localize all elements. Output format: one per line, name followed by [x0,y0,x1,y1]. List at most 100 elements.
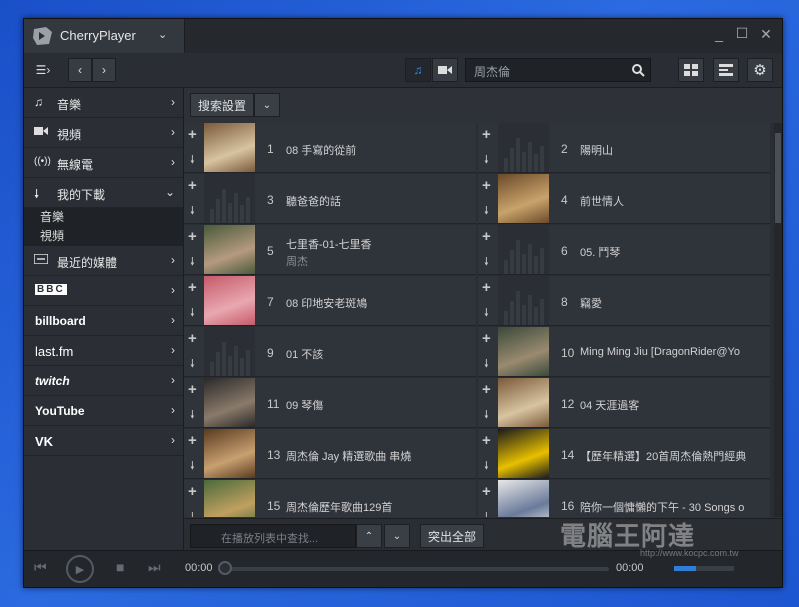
add-to-playlist-icon[interactable]: + [482,126,491,143]
download-icon[interactable]: 🠗 [190,304,195,323]
download-icon[interactable]: 🠗 [484,355,489,374]
scrollbar-thumb[interactable] [775,133,781,223]
download-icon[interactable]: 🠗 [484,457,489,476]
track-title[interactable]: 04 天涯過客 [580,397,766,413]
track-title[interactable]: 08 印地安老斑鳩 [286,295,472,311]
album-cover[interactable] [498,429,549,478]
app-menu-tab[interactable]: CherryPlayer ⌄ [24,19,185,53]
track-item[interactable]: + 🠗 16 陪你一個慵懶的下午 - 30 Songs o [478,480,770,517]
music-placeholder-icon[interactable] [498,123,549,172]
find-previous-icon[interactable]: ⌃ [356,524,382,548]
track-title[interactable]: 09 琴傷 [286,397,472,413]
play-icon[interactable]: ▶ [66,555,94,583]
add-to-playlist-icon[interactable]: + [482,432,491,449]
track-title[interactable]: 【歷年精選】20首周杰倫熱門經典 [580,448,766,464]
add-to-playlist-icon[interactable]: + [482,330,491,347]
sidebar-subitem-music[interactable]: 音樂 [24,208,183,227]
download-icon[interactable]: 🠗 [190,508,195,517]
add-to-playlist-icon[interactable]: + [482,228,491,245]
album-cover[interactable] [204,123,255,172]
sidebar-item-recent-media[interactable]: 最近的媒體 › [24,246,183,276]
track-title[interactable]: 陽明山 [580,142,766,158]
track-item[interactable]: + 🠗 14 【歷年精選】20首周杰倫熱門經典 [478,429,770,479]
sidebar-item-downloads[interactable]: 🠗 我的下載 ⌄ [24,178,183,208]
album-cover[interactable] [204,225,255,274]
album-cover[interactable] [498,378,549,427]
add-to-playlist-icon[interactable]: + [188,177,197,194]
search-settings-dropdown-icon[interactable]: ⌄ [254,93,280,117]
sidebar-item-twitch[interactable]: twitch › [24,366,183,396]
track-title[interactable]: 08 手寫的從前 [286,142,472,158]
track-title[interactable]: 聽爸爸的話 [286,193,472,209]
minimize-icon[interactable]: _ [710,26,728,42]
download-icon[interactable]: 🠗 [190,202,195,221]
track-title[interactable]: 周杰倫 Jay 精選歌曲 串燒 [286,448,472,464]
track-item[interactable]: + 🠗 5 七里香-01-七里香 周杰 [184,225,476,275]
music-placeholder-icon[interactable] [204,327,255,376]
sidebar-item-bbc[interactable]: BBC › [24,276,183,306]
album-cover[interactable] [204,276,255,325]
download-icon[interactable]: 🠗 [190,355,195,374]
seek-knob[interactable] [218,561,232,575]
app-menu-chevron-icon[interactable]: ⌄ [158,28,167,41]
add-to-playlist-icon[interactable]: + [188,126,197,143]
download-icon[interactable]: 🠗 [484,151,489,170]
add-to-playlist-icon[interactable]: + [188,483,197,500]
download-icon[interactable]: 🠗 [484,406,489,425]
track-item[interactable]: + 🠗 7 08 印地安老斑鳩 [184,276,476,326]
music-mode-icon[interactable]: ♫ [405,58,431,82]
track-title[interactable]: Ming Ming Jiu [DragonRider@Yo [580,346,766,358]
add-to-playlist-icon[interactable]: + [482,381,491,398]
track-item[interactable]: + 🠗 8 竊愛 [478,276,770,326]
track-item[interactable]: + 🠗 4 前世情人 [478,174,770,224]
search-settings-button[interactable]: 搜索設置 [190,93,254,117]
add-to-playlist-icon[interactable]: + [188,279,197,296]
sidebar-item-video[interactable]: 視頻 › [24,118,183,148]
track-item[interactable]: + 🠗 15 周杰倫歷年歌曲129首 [184,480,476,517]
back-button[interactable]: ‹ [68,58,92,82]
maximize-icon[interactable]: ☐ [733,25,751,42]
forward-button[interactable]: › [92,58,116,82]
track-item[interactable]: + 🠗 13 周杰倫 Jay 精選歌曲 串燒 [184,429,476,479]
track-title[interactable]: 周杰倫歷年歌曲129首 [286,499,472,515]
find-next-icon[interactable]: ⌄ [384,524,410,548]
download-icon[interactable]: 🠗 [190,253,195,272]
music-placeholder-icon[interactable] [498,225,549,274]
download-icon[interactable]: 🠗 [190,457,195,476]
sidebar-item-billboard[interactable]: billboard › [24,306,183,336]
add-to-playlist-icon[interactable]: + [188,228,197,245]
track-item[interactable]: + 🠗 2 陽明山 [478,123,770,173]
album-cover[interactable] [204,480,255,517]
track-item[interactable]: + 🠗 1 08 手寫的從前 [184,123,476,173]
track-item[interactable]: + 🠗 11 09 琴傷 [184,378,476,428]
track-item[interactable]: + 🠗 6 05. 鬥琴 [478,225,770,275]
album-cover[interactable] [498,327,549,376]
highlight-all-button[interactable]: 突出全部 [420,524,484,548]
album-cover[interactable] [204,378,255,427]
sidebar-subitem-video[interactable]: 視頻 [24,227,183,246]
next-icon[interactable]: ⏭ [148,559,161,576]
sidebar-toggle-icon[interactable]: ☰› [28,58,58,82]
track-title[interactable]: 05. 鬥琴 [580,244,766,260]
seek-bar[interactable] [221,567,609,571]
settings-gear-icon[interactable]: ⚙ [747,58,773,82]
music-placeholder-icon[interactable] [498,276,549,325]
track-title[interactable]: 陪你一個慵懶的下午 - 30 Songs o [580,499,766,515]
search-icon[interactable] [625,58,651,82]
download-icon[interactable]: 🠗 [190,406,195,425]
track-item[interactable]: + 🠗 12 04 天涯過客 [478,378,770,428]
track-item[interactable]: + 🠗 10 Ming Ming Jiu [DragonRider@Yo [478,327,770,377]
layout-view-icon[interactable] [713,58,739,82]
album-cover[interactable] [498,174,549,223]
track-title[interactable]: 七里香-01-七里香 [286,236,472,252]
playlist-find-input[interactable]: 在播放列表中查找... [190,524,356,548]
download-icon[interactable]: 🠗 [484,304,489,323]
stop-icon[interactable]: ■ [116,559,124,575]
sidebar-item-music[interactable]: ♫ 音樂 › [24,88,183,118]
sidebar-item-radio[interactable]: ((•)) 無線電 › [24,148,183,178]
track-title[interactable]: 竊愛 [580,295,766,311]
music-placeholder-icon[interactable] [204,174,255,223]
album-cover[interactable] [498,480,549,517]
sidebar-item-vk[interactable]: VK › [24,426,183,456]
add-to-playlist-icon[interactable]: + [482,483,491,500]
